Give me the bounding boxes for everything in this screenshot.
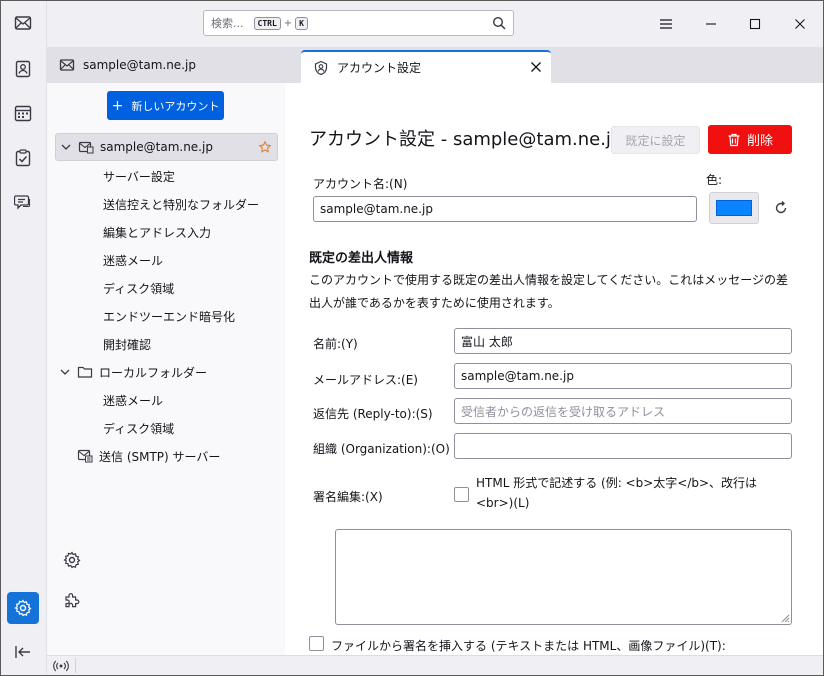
spaces-toolbar: [1, 1, 47, 675]
app-menu-button[interactable]: [656, 14, 676, 34]
email-input[interactable]: sample@tam.ne.jp: [454, 363, 792, 389]
account-actions-gear-icon[interactable]: [63, 551, 81, 569]
html-signature-checkbox[interactable]: [454, 487, 469, 502]
delete-label: 削除: [746, 134, 773, 149]
name-label: 名前:(Y): [313, 337, 358, 351]
tree-local-folders[interactable]: ローカルフォルダー: [47, 358, 285, 386]
close-tab-icon[interactable]: [529, 60, 543, 74]
tree-disk-space[interactable]: ディスク領域: [103, 280, 174, 297]
signature-label: 署名編集:(X): [313, 490, 383, 504]
close-icon: [795, 19, 805, 29]
mail-icon: [14, 16, 32, 30]
shortcut-plus: +: [283, 17, 293, 29]
tree-e2e-encryption[interactable]: エンドツーエンド暗号化: [103, 308, 235, 325]
address-book-button[interactable]: [7, 53, 39, 85]
tasks-button[interactable]: [7, 142, 39, 174]
calendar-button[interactable]: [7, 97, 39, 129]
outgoing-server-icon: [77, 449, 93, 463]
organization-label: 組織 (Organization):(O): [313, 442, 450, 456]
new-account-button[interactable]: + 新しいアカウント: [107, 91, 224, 120]
address-book-icon: [15, 60, 31, 78]
html-signature-label: HTML 形式で記述する (例: <b>太字</b>、改行は <br>)(L): [476, 476, 758, 510]
tree-server-settings[interactable]: サーバー設定: [103, 168, 175, 185]
tree-composition[interactable]: 編集とアドレス入力: [103, 224, 211, 241]
local-folders-label: ローカルフォルダー: [99, 365, 208, 380]
maximize-icon: [749, 18, 761, 30]
tree-local-junk[interactable]: 迷惑メール: [103, 392, 163, 409]
collapse-spaces-button[interactable]: [7, 636, 39, 668]
signature-textarea[interactable]: [335, 529, 792, 625]
minimize-button[interactable]: [701, 14, 721, 34]
account-settings-panel: アカウント設定 - sample@tam.ne.jp 既定に設定 削除 アカウン…: [285, 83, 823, 655]
smtp-label: 送信 (SMTP) サーバー: [99, 449, 221, 464]
tab-account-settings[interactable]: アカウント設定: [301, 50, 551, 83]
collapse-left-icon: [15, 646, 30, 658]
settings-space-button[interactable]: [7, 592, 39, 624]
set-default-label: 既定に設定: [625, 133, 686, 148]
chat-button[interactable]: [7, 186, 39, 218]
tree-account-sample[interactable]: sample@tam.ne.jp: [55, 133, 278, 161]
file-signature-checkbox[interactable]: [309, 636, 324, 651]
account-tree-pane: + 新しいアカウント sample@tam.ne.jp サーバー設定 送信控えと…: [47, 83, 285, 655]
tasks-icon: [15, 149, 31, 167]
title-bar: 検索... CTRL + K: [47, 1, 823, 47]
set-default-button[interactable]: 既定に設定: [611, 126, 700, 154]
reset-color-icon[interactable]: [773, 200, 789, 216]
shortcut-key-k: K: [295, 16, 308, 30]
tree-smtp-server[interactable]: 送信 (SMTP) サーバー: [47, 442, 285, 470]
minimize-icon: [706, 23, 716, 25]
tree-local-disk-space[interactable]: ディスク領域: [103, 420, 174, 437]
identity-heading: 既定の差出人情報: [309, 251, 414, 266]
account-name-input[interactable]: sample@tam.ne.jp: [313, 196, 697, 222]
account-settings-icon: [314, 60, 328, 75]
addons-puzzle-icon[interactable]: [63, 591, 81, 609]
tree-copies-folders[interactable]: 送信控えと特別なフォルダー: [103, 196, 259, 213]
maximize-button[interactable]: [745, 14, 765, 34]
calendar-icon: [14, 105, 32, 122]
global-search-input[interactable]: 検索... CTRL + K: [203, 10, 514, 36]
mail-icon: [59, 59, 75, 71]
replyto-input[interactable]: 受信者からの返信を受け取るアドレス: [454, 398, 792, 424]
plus-icon: +: [111, 97, 124, 114]
shortcut-key-ctrl: CTRL: [253, 16, 281, 30]
account-name: sample@tam.ne.jp: [100, 140, 213, 154]
new-account-label: 新しいアカウント: [131, 99, 220, 113]
mail-account-icon: [78, 141, 94, 154]
status-bar: [47, 655, 823, 675]
default-star-icon: [259, 141, 271, 153]
hamburger-icon: [660, 19, 672, 29]
chevron-down-icon[interactable]: [59, 366, 71, 378]
page-title: アカウント設定 - sample@tam.ne.jp: [309, 129, 623, 150]
email-label: メールアドレス:(E): [313, 373, 418, 387]
mail-space-button[interactable]: [7, 7, 39, 39]
color-swatch: [716, 200, 752, 216]
tab-strip: sample@tam.ne.jp アカウント設定: [47, 47, 823, 83]
color-label: 色:: [706, 173, 723, 187]
file-signature-label: ファイルから署名を挿入する (テキストまたは HTML、画像ファイル)(T):: [331, 639, 726, 653]
chevron-down-icon[interactable]: [60, 141, 72, 153]
organization-input[interactable]: [454, 433, 792, 459]
account-color-picker[interactable]: [709, 192, 759, 224]
account-name-label: アカウント名:(N): [313, 177, 408, 191]
resize-grip-icon[interactable]: [780, 613, 790, 623]
tab-mail[interactable]: sample@tam.ne.jp: [47, 47, 299, 83]
search-placeholder: 検索...: [211, 17, 244, 30]
window: 検索... CTRL + K sample@tam.ne.jp アカウント設定: [0, 0, 824, 676]
gear-icon: [14, 599, 32, 617]
replyto-label: 返信先 (Reply-to):(S): [313, 407, 433, 421]
name-input[interactable]: 富山 太郎: [454, 328, 792, 354]
folder-icon: [77, 366, 93, 378]
close-window-button[interactable]: [790, 14, 810, 34]
trash-icon: [728, 133, 740, 146]
tab-label: sample@tam.ne.jp: [83, 58, 196, 72]
chat-icon: [14, 195, 31, 210]
tree-return-receipts[interactable]: 開封確認: [103, 336, 151, 353]
status-divider: [75, 658, 76, 673]
tree-junk[interactable]: 迷惑メール: [103, 252, 163, 269]
identity-description: このアカウントで使用する既定の差出人情報を設定してください。これはメッセージの差…: [309, 273, 789, 310]
tab-label: アカウント設定: [337, 61, 422, 75]
online-status-icon[interactable]: [53, 659, 69, 673]
search-icon[interactable]: [492, 16, 506, 30]
delete-account-button[interactable]: 削除: [708, 125, 792, 154]
